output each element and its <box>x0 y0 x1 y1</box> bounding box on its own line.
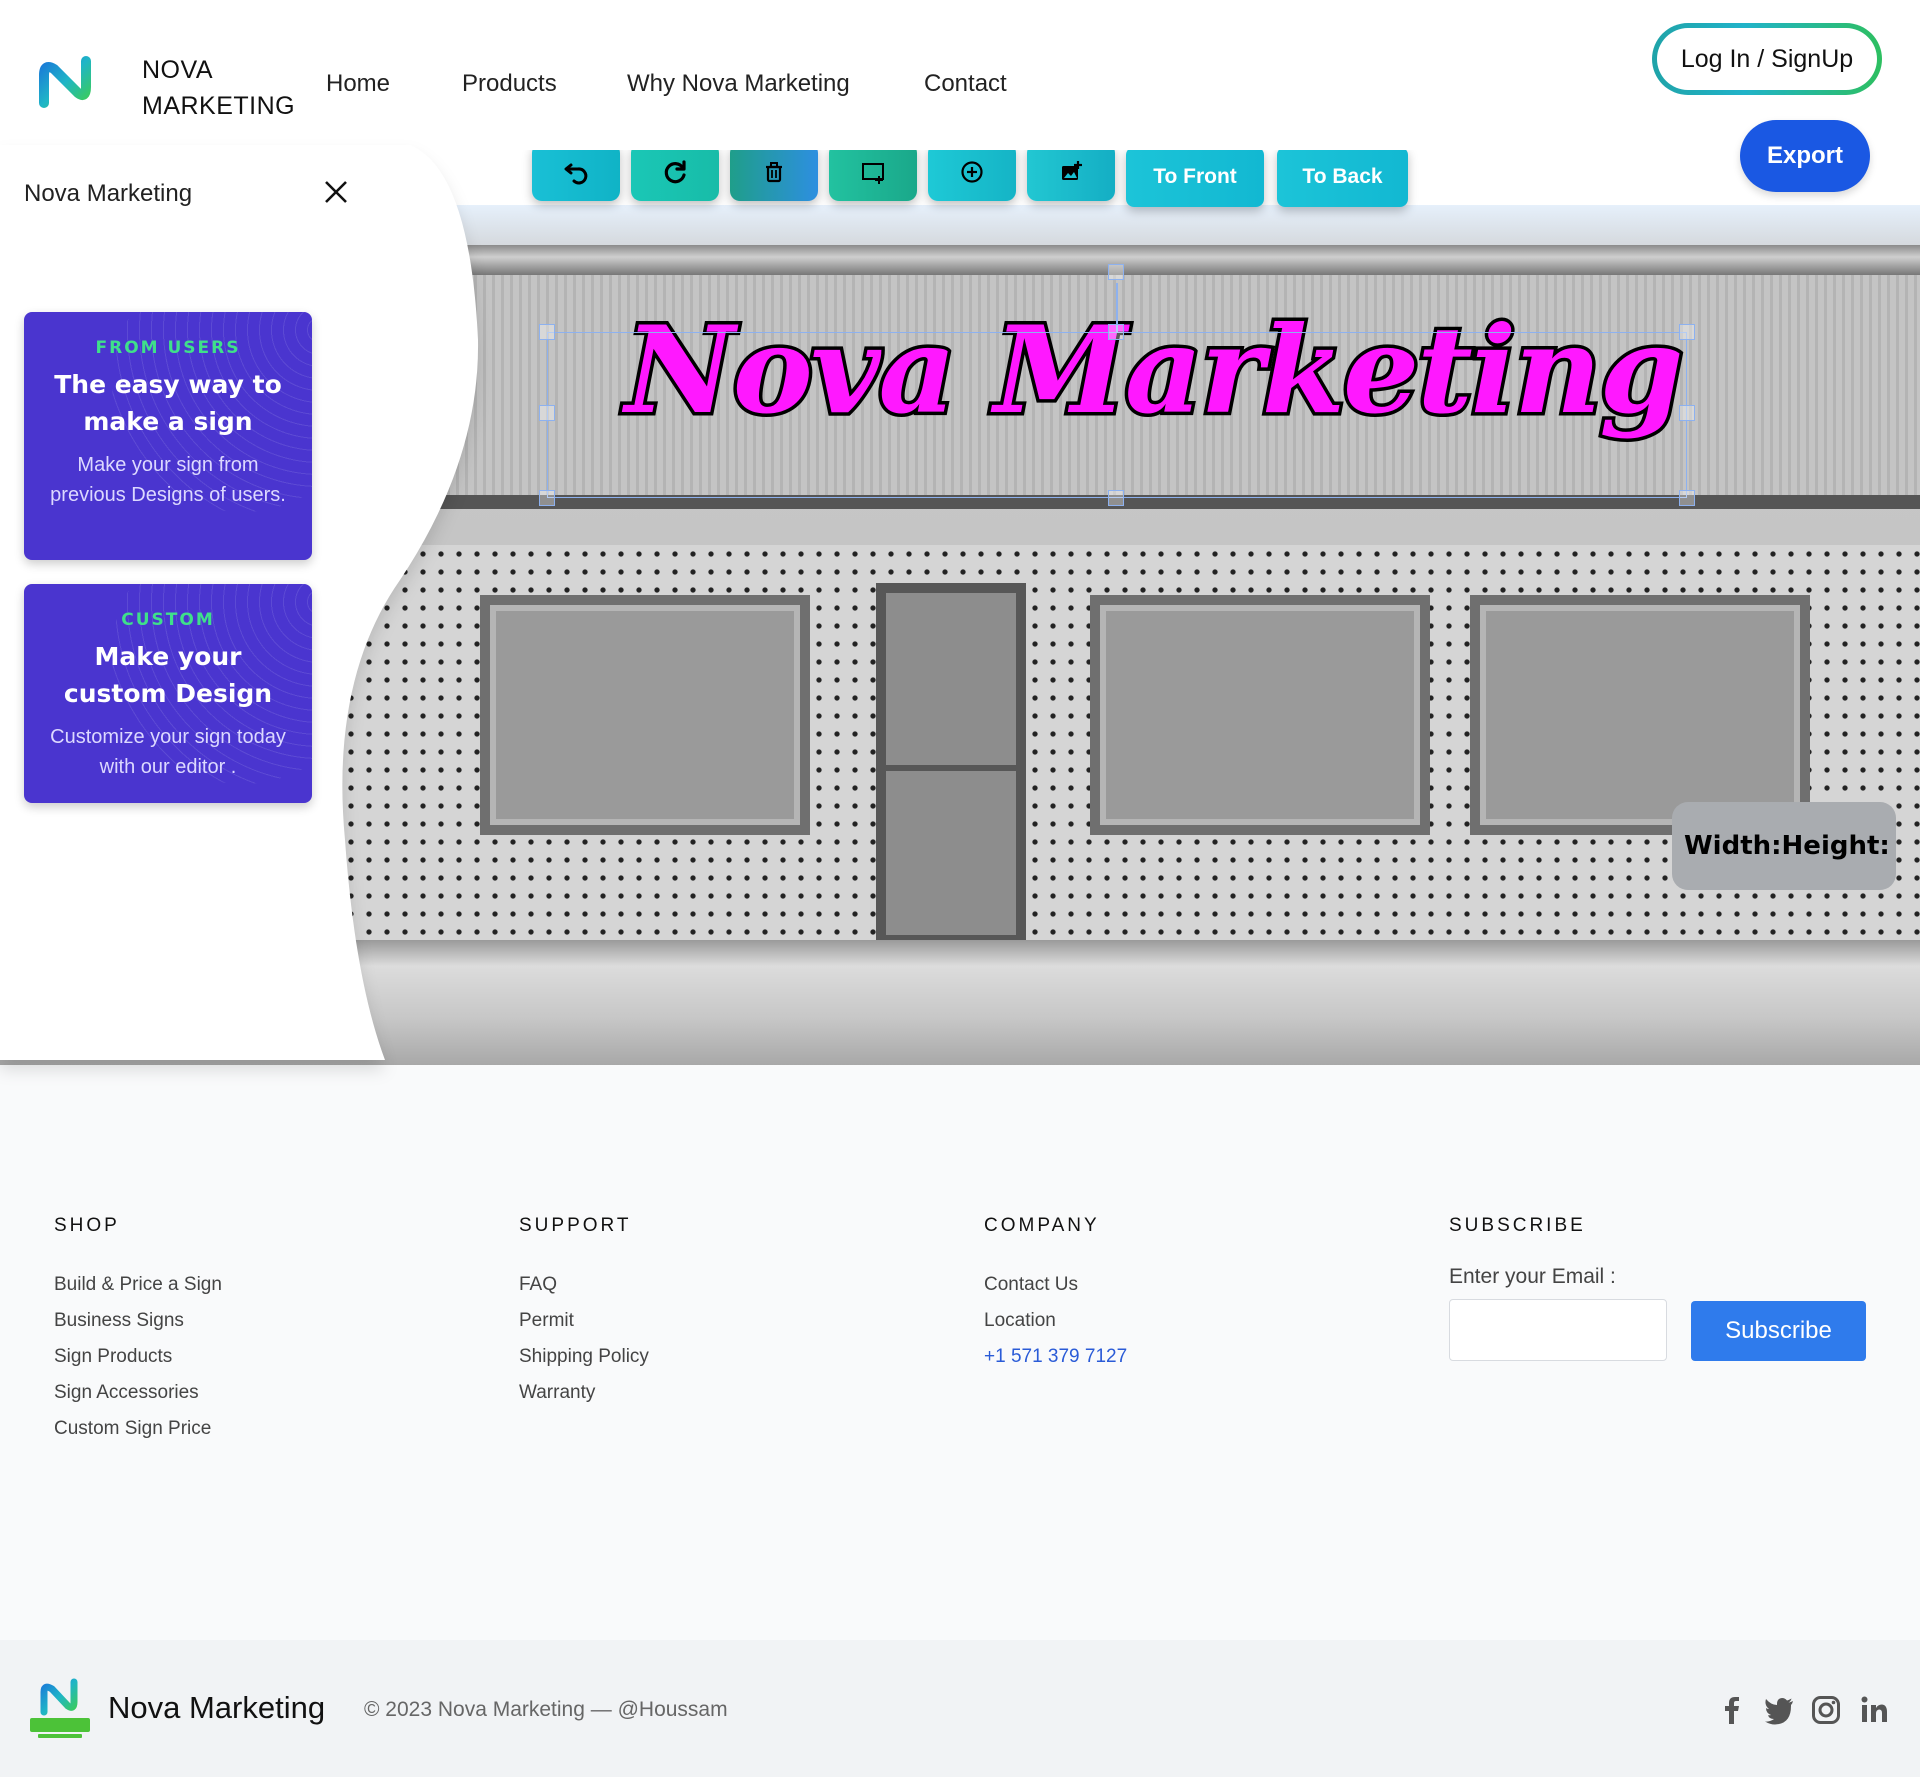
resize-handle-right[interactable] <box>1679 405 1695 421</box>
email-field[interactable] <box>1449 1299 1667 1361</box>
footer-link[interactable]: Custom Sign Price <box>54 1411 222 1447</box>
selection-box[interactable] <box>547 332 1687 498</box>
twitter-icon[interactable] <box>1763 1694 1795 1726</box>
to-back-button[interactable]: To Back <box>1277 147 1408 207</box>
footer-company-column: COMPANY Contact Us Location +1 571 379 7… <box>984 1215 1127 1375</box>
footer-shop-column: SHOP Build & Price a Sign Business Signs… <box>54 1215 222 1447</box>
phone-link[interactable]: +1 571 379 7127 <box>984 1339 1127 1375</box>
resize-handle-left[interactable] <box>539 405 555 421</box>
instagram-icon[interactable] <box>1810 1694 1842 1726</box>
add-image-button[interactable] <box>1027 143 1115 201</box>
add-rectangle-button[interactable] <box>829 143 917 201</box>
resize-handle-top-left[interactable] <box>539 324 555 340</box>
undo-icon <box>564 163 588 185</box>
footer-link[interactable]: Business Signs <box>54 1303 222 1339</box>
footer-link[interactable]: Shipping Policy <box>519 1339 649 1375</box>
footer-support-column: SUPPORT FAQ Permit Shipping Policy Warra… <box>519 1215 649 1411</box>
redo-button[interactable] <box>631 143 719 201</box>
export-button[interactable]: Export <box>1740 120 1870 192</box>
panel-title: Nova Marketing <box>24 180 193 207</box>
nova-logo-icon[interactable] <box>28 1676 92 1742</box>
card-headline-line-1: The easy way to <box>54 370 282 399</box>
add-rectangle-icon <box>862 163 884 184</box>
logo-line-2: MARKETING <box>142 92 296 120</box>
undo-button[interactable] <box>532 143 620 201</box>
linkedin-icon[interactable] <box>1858 1694 1890 1726</box>
storefront-window <box>1470 595 1810 835</box>
redo-icon <box>664 160 686 184</box>
from-users-card[interactable]: FROM USERS The easy way to make a sign M… <box>24 312 312 560</box>
nav-contact[interactable]: Contact <box>924 70 1007 98</box>
facebook-icon[interactable] <box>1716 1694 1748 1726</box>
footer-brand[interactable]: Nova Marketing <box>108 1690 325 1726</box>
storefront-window <box>1090 595 1430 835</box>
width-label: Width: <box>1684 831 1782 861</box>
trash-icon <box>766 162 782 183</box>
dimensions-readout: Width: Height: <box>1672 802 1896 890</box>
to-front-button[interactable]: To Front <box>1126 147 1264 207</box>
subscribe-button[interactable]: Subscribe <box>1691 1301 1866 1361</box>
card-body: Make your sign from previous Designs of … <box>50 454 286 506</box>
footer-link[interactable]: Sign Products <box>54 1339 222 1375</box>
footer-column-title: SUBSCRIBE <box>1449 1215 1586 1236</box>
height-label: Height: <box>1781 831 1890 861</box>
site-header: NOVA MARKETING Home Products Why Nova Ma… <box>0 0 1920 150</box>
footer-link[interactable]: Contact Us <box>984 1267 1127 1303</box>
add-circle-button[interactable] <box>928 143 1016 201</box>
card-headline-line-1: Make your <box>94 642 242 671</box>
footer-link[interactable]: Sign Accessories <box>54 1375 222 1411</box>
close-icon[interactable] <box>322 178 350 206</box>
card-headline-line-2: custom Design <box>63 679 273 708</box>
card-kicker: FROM USERS <box>95 338 241 358</box>
rotation-handle[interactable] <box>1108 264 1124 280</box>
footer-link[interactable]: Build & Price a Sign <box>54 1267 222 1303</box>
resize-handle-bottom-right[interactable] <box>1679 490 1695 506</box>
add-circle-icon <box>961 161 983 183</box>
nova-logo-icon[interactable] <box>38 55 96 113</box>
storefront-door <box>876 583 1026 945</box>
logo-wordmark[interactable]: NOVA MARKETING <box>142 52 295 124</box>
nav-home[interactable]: Home <box>326 70 390 98</box>
nav-why-nova[interactable]: Why Nova Marketing <box>627 70 850 98</box>
footer-subscribe-column: SUBSCRIBE <box>1449 1215 1586 1267</box>
login-signup-button[interactable]: Log In / SignUp <box>1652 23 1882 95</box>
add-image-icon <box>1062 161 1082 180</box>
footer-link[interactable]: Permit <box>519 1303 649 1339</box>
nav-products[interactable]: Products <box>462 70 557 98</box>
footer-column-title: SUPPORT <box>519 1215 632 1236</box>
footer-link[interactable]: FAQ <box>519 1267 649 1303</box>
card-headline: The easy way to make a sign <box>24 366 312 440</box>
card-body: Customize your sign today with our edito… <box>50 726 286 778</box>
footer-column-title: COMPANY <box>984 1215 1100 1236</box>
footer-link[interactable]: Location <box>984 1303 1127 1339</box>
card-kicker: CUSTOM <box>121 610 215 630</box>
resize-handle-top[interactable] <box>1108 324 1124 340</box>
footer-column-title: SHOP <box>54 1215 120 1236</box>
storefront-window <box>480 595 810 835</box>
resize-handle-bottom[interactable] <box>1108 490 1124 506</box>
resize-handle-bottom-left[interactable] <box>539 490 555 506</box>
card-headline-line-2: make a sign <box>83 407 253 436</box>
logo-line-1: NOVA <box>142 56 213 84</box>
custom-design-card[interactable]: CUSTOM Make your custom Design Customize… <box>24 584 312 803</box>
resize-handle-top-right[interactable] <box>1679 324 1695 340</box>
copyright-text: © 2023 Nova Marketing — @Houssam <box>364 1698 728 1721</box>
delete-button[interactable] <box>730 143 818 201</box>
storefront-door-rail <box>886 765 1016 771</box>
email-label: Enter your Email : <box>1449 1265 1616 1288</box>
card-headline: Make your custom Design <box>24 638 312 712</box>
footer-link[interactable]: Warranty <box>519 1375 649 1411</box>
